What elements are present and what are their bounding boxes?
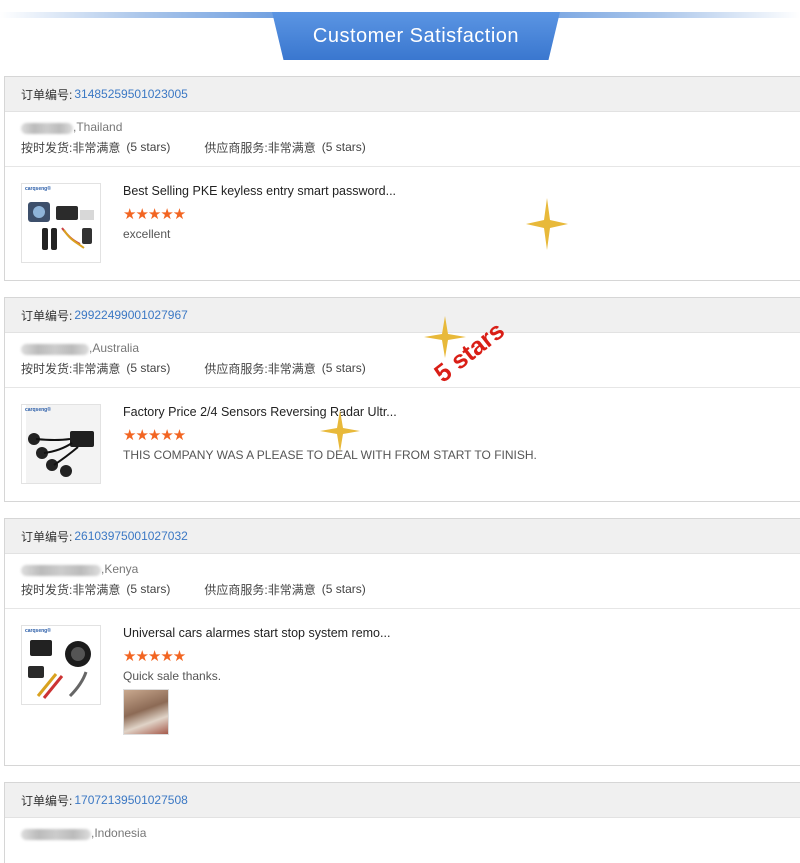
thumbnail-brand: carqseng® xyxy=(25,407,51,413)
supplier-stars-text: (5 stars) xyxy=(321,140,366,154)
blurred-buyer-name xyxy=(21,344,89,355)
product-title[interactable]: Universal cars alarmes start stop system… xyxy=(123,625,390,641)
supplier-stars-text: (5 stars) xyxy=(321,582,366,596)
order-number-link[interactable]: 17072139501027508 xyxy=(74,793,187,807)
order-number-link[interactable]: 29922499001027967 xyxy=(74,308,187,322)
product-row: carqseng® Factory Price 2/4 Sensors Reve… xyxy=(5,388,800,500)
product-title[interactable]: Factory Price 2/4 Sensors Reversing Rada… xyxy=(123,404,537,420)
product-thumbnail[interactable]: carqseng® xyxy=(21,625,101,705)
supplier-stars-text: (5 stars) xyxy=(321,361,366,375)
review-text: excellent xyxy=(123,227,171,241)
parking-sensor-image xyxy=(26,405,100,483)
order-number-label: 订单编号: xyxy=(21,308,73,323)
ship-stars-text: (5 stars) xyxy=(126,361,171,375)
supplier-label: 供应商服务: xyxy=(204,140,268,155)
order-header: 订单编号: 31485259501023005 xyxy=(5,77,800,112)
ship-label: 按时发货: xyxy=(21,582,73,597)
order-number-label: 订单编号: xyxy=(21,529,73,544)
thumbnail-brand: carqseng® xyxy=(25,186,51,192)
ship-rating: 非常满意 xyxy=(72,140,121,155)
car-alarm-kit-image xyxy=(28,640,91,699)
order-card: 订单编号: 29922499001027967 ,Australia 按时发货:… xyxy=(4,297,800,502)
blurred-buyer-name xyxy=(21,829,91,840)
ship-label: 按时发货: xyxy=(21,140,73,155)
header: Customer Satisfaction xyxy=(0,0,800,66)
rating-line: 按时发货: 非常满意 (5 stars) 供应商服务: 非常满意 (5 star… xyxy=(5,576,800,602)
order-card: 订单编号: 26103975001027032 ,Kenya 按时发货: 非常满… xyxy=(4,518,800,766)
blurred-buyer-name xyxy=(21,123,73,134)
ship-rating: 非常满意 xyxy=(72,361,121,376)
buyer-country: ,Australia xyxy=(89,341,140,355)
keyless-kit-image xyxy=(28,202,94,250)
order-header: 订单编号: 17072139501027508 xyxy=(5,783,800,818)
blurred-buyer-name xyxy=(21,565,101,576)
review-photo[interactable] xyxy=(123,689,169,735)
supplier-rating: 非常满意 xyxy=(267,140,316,155)
rating-line: 按时发货: 非常满意 (5 stars) 供应商服务: 非常满意 (5 star… xyxy=(5,355,800,381)
ship-stars-text: (5 stars) xyxy=(126,140,171,154)
product-title[interactable]: Best Selling PKE keyless entry smart pas… xyxy=(123,183,396,199)
rating-line: 按时发货: 非常满意 (5 stars) 供应商服务: 非常满意 (5 star… xyxy=(5,134,800,160)
order-card: 订单编号: 17072139501027508 ,Indonesia xyxy=(4,782,800,863)
order-number-label: 订单编号: xyxy=(21,793,73,808)
page-title: Customer Satisfaction xyxy=(272,12,560,60)
supplier-label: 供应商服务: xyxy=(204,361,268,376)
order-number-label: 订单编号: xyxy=(21,87,73,102)
order-header: 订单编号: 26103975001027032 xyxy=(5,519,800,554)
buyer-info: ,Thailand xyxy=(5,112,800,134)
order-number-link[interactable]: 31485259501023005 xyxy=(74,87,187,101)
product-thumbnail[interactable]: carqseng® xyxy=(21,404,101,484)
thumbnail-brand: carqseng® xyxy=(25,628,51,634)
ship-rating: 非常满意 xyxy=(72,582,121,597)
ship-stars-text: (5 stars) xyxy=(126,582,171,596)
buyer-country: ,Kenya xyxy=(101,562,139,576)
ship-label: 按时发货: xyxy=(21,361,73,376)
buyer-info: ,Australia xyxy=(5,333,800,355)
buyer-country: ,Indonesia xyxy=(91,826,147,840)
supplier-label: 供应商服务: xyxy=(204,582,268,597)
product-thumbnail[interactable]: carqseng® xyxy=(21,183,101,263)
buyer-country: ,Thailand xyxy=(73,120,123,134)
star-rating: ★★★★★ xyxy=(123,648,186,665)
order-card: 订单编号: 31485259501023005 ,Thailand 按时发货: … xyxy=(4,76,800,281)
order-number-link[interactable]: 26103975001027032 xyxy=(74,529,187,543)
review-text: THIS COMPANY WAS A PLEASE TO DEAL WITH F… xyxy=(123,448,537,462)
supplier-rating: 非常满意 xyxy=(267,582,316,597)
star-rating: ★★★★★ xyxy=(123,427,186,444)
review-text: Quick sale thanks. xyxy=(123,669,222,683)
star-rating: ★★★★★ xyxy=(123,206,186,223)
buyer-info: ,Kenya xyxy=(5,554,800,576)
product-row: carqseng® Best Selling PKE keyless entry… xyxy=(5,167,800,279)
supplier-rating: 非常满意 xyxy=(267,361,316,376)
order-header: 订单编号: 29922499001027967 xyxy=(5,298,800,333)
buyer-info: ,Indonesia xyxy=(5,818,800,840)
